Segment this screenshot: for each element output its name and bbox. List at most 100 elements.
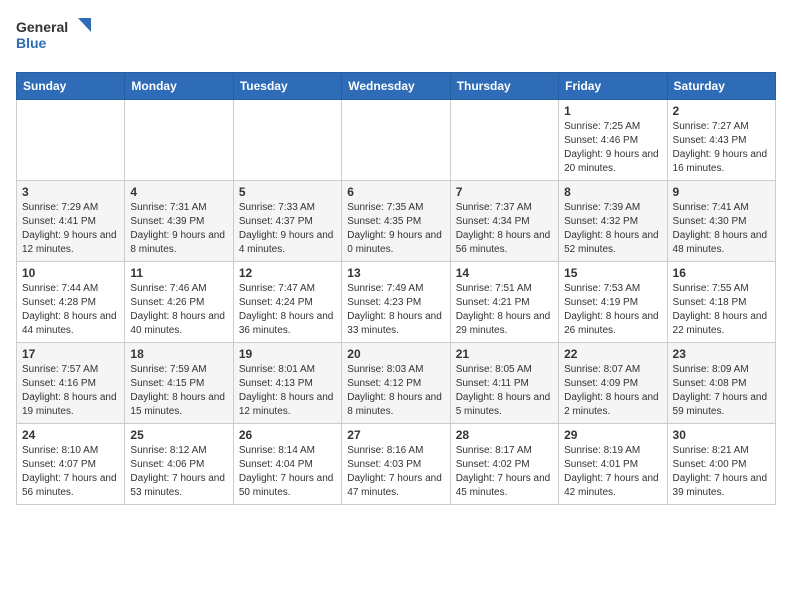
calendar-cell: 1 Sunrise: 7:25 AMSunset: 4:46 PMDaylight… <box>559 100 667 181</box>
calendar-cell: 30 Sunrise: 8:21 AMSunset: 4:00 PMDayligh… <box>667 424 775 505</box>
weekday-header-wednesday: Wednesday <box>342 73 450 100</box>
day-info: Sunrise: 7:44 AMSunset: 4:28 PMDaylight:… <box>22 282 119 338</box>
day-number: 22 <box>564 347 661 361</box>
day-info: Sunrise: 8:01 AMSunset: 4:13 PMDaylight:… <box>239 363 336 419</box>
calendar-cell: 22Sunrise: 8:07 AMSunset: 4:09 PMDayligh… <box>559 343 667 424</box>
calendar-cell: 27 Sunrise: 8:16 AMSunset: 4:03 PMDayligh… <box>342 424 450 505</box>
svg-text:Blue: Blue <box>16 35 47 51</box>
calendar-cell: 28 Sunrise: 8:17 AMSunset: 4:02 PMDayligh… <box>450 424 558 505</box>
calendar-cell: 16Sunrise: 7:55 AMSunset: 4:18 PMDayligh… <box>667 262 775 343</box>
day-info: Sunrise: 8:09 AMSunset: 4:08 PMDaylight:… <box>673 363 770 419</box>
svg-text:General: General <box>16 19 68 35</box>
day-info: Sunrise: 7:35 AMSunset: 4:35 PMDaylight:… <box>347 201 444 257</box>
day-info: Sunrise: 8:10 AMSunset: 4:07 PMDaylight:… <box>22 444 119 500</box>
calendar-cell: 12 Sunrise: 7:47 AMSunset: 4:24 PMDayligh… <box>233 262 341 343</box>
calendar-cell: 26Sunrise: 8:14 AMSunset: 4:04 PMDayligh… <box>233 424 341 505</box>
weekday-header-thursday: Thursday <box>450 73 558 100</box>
calendar-cell: 13 Sunrise: 7:49 AMSunset: 4:23 PMDayligh… <box>342 262 450 343</box>
day-info: Sunrise: 8:03 AMSunset: 4:12 PMDaylight:… <box>347 363 444 419</box>
day-number: 11 <box>130 266 227 280</box>
day-info: Sunrise: 8:16 AMSunset: 4:03 PMDaylight:… <box>347 444 444 500</box>
calendar-cell: 20 Sunrise: 8:03 AMSunset: 4:12 PMDayligh… <box>342 343 450 424</box>
day-number: 9 <box>673 185 770 199</box>
calendar-cell <box>125 100 233 181</box>
calendar-cell <box>233 100 341 181</box>
day-number: 10 <box>22 266 119 280</box>
day-info: Sunrise: 7:53 AMSunset: 4:19 PMDaylight:… <box>564 282 661 338</box>
calendar-cell: 29 Sunrise: 8:19 AMSunset: 4:01 PMDayligh… <box>559 424 667 505</box>
day-number: 12 <box>239 266 336 280</box>
day-info: Sunrise: 7:46 AMSunset: 4:26 PMDaylight:… <box>130 282 227 338</box>
day-number: 14 <box>456 266 553 280</box>
calendar-cell: 4Sunrise: 7:31 AMSunset: 4:39 PMDaylight… <box>125 181 233 262</box>
week-row-5: 24Sunrise: 8:10 AMSunset: 4:07 PMDayligh… <box>17 424 776 505</box>
logo-svg: General Blue <box>16 16 96 60</box>
calendar-cell: 6Sunrise: 7:35 AMSunset: 4:35 PMDaylight… <box>342 181 450 262</box>
day-info: Sunrise: 7:33 AMSunset: 4:37 PMDaylight:… <box>239 201 336 257</box>
day-number: 15 <box>564 266 661 280</box>
day-number: 30 <box>673 428 770 442</box>
calendar-cell: 8 Sunrise: 7:39 AMSunset: 4:32 PMDaylight… <box>559 181 667 262</box>
day-info: Sunrise: 8:21 AMSunset: 4:00 PMDaylight:… <box>673 444 770 500</box>
day-info: Sunrise: 8:17 AMSunset: 4:02 PMDaylight:… <box>456 444 553 500</box>
weekday-header-row: SundayMondayTuesdayWednesdayThursdayFrid… <box>17 73 776 100</box>
week-row-2: 3 Sunrise: 7:29 AMSunset: 4:41 PMDaylight… <box>17 181 776 262</box>
day-number: 7 <box>456 185 553 199</box>
weekday-header-tuesday: Tuesday <box>233 73 341 100</box>
day-number: 21 <box>456 347 553 361</box>
day-number: 4 <box>130 185 227 199</box>
day-number: 29 <box>564 428 661 442</box>
day-number: 1 <box>564 104 661 118</box>
day-number: 23 <box>673 347 770 361</box>
day-number: 17 <box>22 347 119 361</box>
day-info: Sunrise: 8:05 AMSunset: 4:11 PMDaylight:… <box>456 363 553 419</box>
calendar-table: SundayMondayTuesdayWednesdayThursdayFrid… <box>16 72 776 505</box>
day-number: 27 <box>347 428 444 442</box>
day-info: Sunrise: 7:55 AMSunset: 4:18 PMDaylight:… <box>673 282 770 338</box>
day-info: Sunrise: 8:14 AMSunset: 4:04 PMDaylight:… <box>239 444 336 500</box>
day-info: Sunrise: 7:57 AMSunset: 4:16 PMDaylight:… <box>22 363 119 419</box>
day-info: Sunrise: 7:39 AMSunset: 4:32 PMDaylight:… <box>564 201 661 257</box>
calendar-cell: 21 Sunrise: 8:05 AMSunset: 4:11 PMDayligh… <box>450 343 558 424</box>
day-number: 20 <box>347 347 444 361</box>
day-info: Sunrise: 7:59 AMSunset: 4:15 PMDaylight:… <box>130 363 227 419</box>
calendar-cell: 10 Sunrise: 7:44 AMSunset: 4:28 PMDayligh… <box>17 262 125 343</box>
day-info: Sunrise: 7:37 AMSunset: 4:34 PMDaylight:… <box>456 201 553 257</box>
day-number: 2 <box>673 104 770 118</box>
calendar-cell <box>342 100 450 181</box>
calendar-cell: 25 Sunrise: 8:12 AMSunset: 4:06 PMDayligh… <box>125 424 233 505</box>
day-info: Sunrise: 7:41 AMSunset: 4:30 PMDaylight:… <box>673 201 770 257</box>
day-number: 3 <box>22 185 119 199</box>
weekday-header-friday: Friday <box>559 73 667 100</box>
day-info: Sunrise: 8:19 AMSunset: 4:01 PMDaylight:… <box>564 444 661 500</box>
weekday-header-sunday: Sunday <box>17 73 125 100</box>
day-number: 13 <box>347 266 444 280</box>
day-info: Sunrise: 7:49 AMSunset: 4:23 PMDaylight:… <box>347 282 444 338</box>
calendar-cell: 5 Sunrise: 7:33 AMSunset: 4:37 PMDaylight… <box>233 181 341 262</box>
day-number: 19 <box>239 347 336 361</box>
page-header: General Blue <box>16 16 776 60</box>
calendar-cell: 24Sunrise: 8:10 AMSunset: 4:07 PMDayligh… <box>17 424 125 505</box>
week-row-3: 10 Sunrise: 7:44 AMSunset: 4:28 PMDayligh… <box>17 262 776 343</box>
day-number: 18 <box>130 347 227 361</box>
day-info: Sunrise: 8:12 AMSunset: 4:06 PMDaylight:… <box>130 444 227 500</box>
day-number: 5 <box>239 185 336 199</box>
day-info: Sunrise: 7:47 AMSunset: 4:24 PMDaylight:… <box>239 282 336 338</box>
calendar-cell <box>17 100 125 181</box>
day-info: Sunrise: 7:25 AMSunset: 4:46 PMDaylight:… <box>564 120 661 176</box>
day-number: 25 <box>130 428 227 442</box>
calendar-cell: 9 Sunrise: 7:41 AMSunset: 4:30 PMDaylight… <box>667 181 775 262</box>
calendar-cell: 14 Sunrise: 7:51 AMSunset: 4:21 PMDayligh… <box>450 262 558 343</box>
week-row-1: 1 Sunrise: 7:25 AMSunset: 4:46 PMDaylight… <box>17 100 776 181</box>
day-info: Sunrise: 7:29 AMSunset: 4:41 PMDaylight:… <box>22 201 119 257</box>
calendar-cell: 23 Sunrise: 8:09 AMSunset: 4:08 PMDayligh… <box>667 343 775 424</box>
day-number: 28 <box>456 428 553 442</box>
calendar-cell: 2Sunrise: 7:27 AMSunset: 4:43 PMDaylight… <box>667 100 775 181</box>
day-number: 8 <box>564 185 661 199</box>
calendar-cell: 19 Sunrise: 8:01 AMSunset: 4:13 PMDayligh… <box>233 343 341 424</box>
calendar-cell: 15 Sunrise: 7:53 AMSunset: 4:19 PMDayligh… <box>559 262 667 343</box>
weekday-header-saturday: Saturday <box>667 73 775 100</box>
calendar-cell: 18 Sunrise: 7:59 AMSunset: 4:15 PMDayligh… <box>125 343 233 424</box>
calendar-cell: 3 Sunrise: 7:29 AMSunset: 4:41 PMDaylight… <box>17 181 125 262</box>
day-info: Sunrise: 7:51 AMSunset: 4:21 PMDaylight:… <box>456 282 553 338</box>
